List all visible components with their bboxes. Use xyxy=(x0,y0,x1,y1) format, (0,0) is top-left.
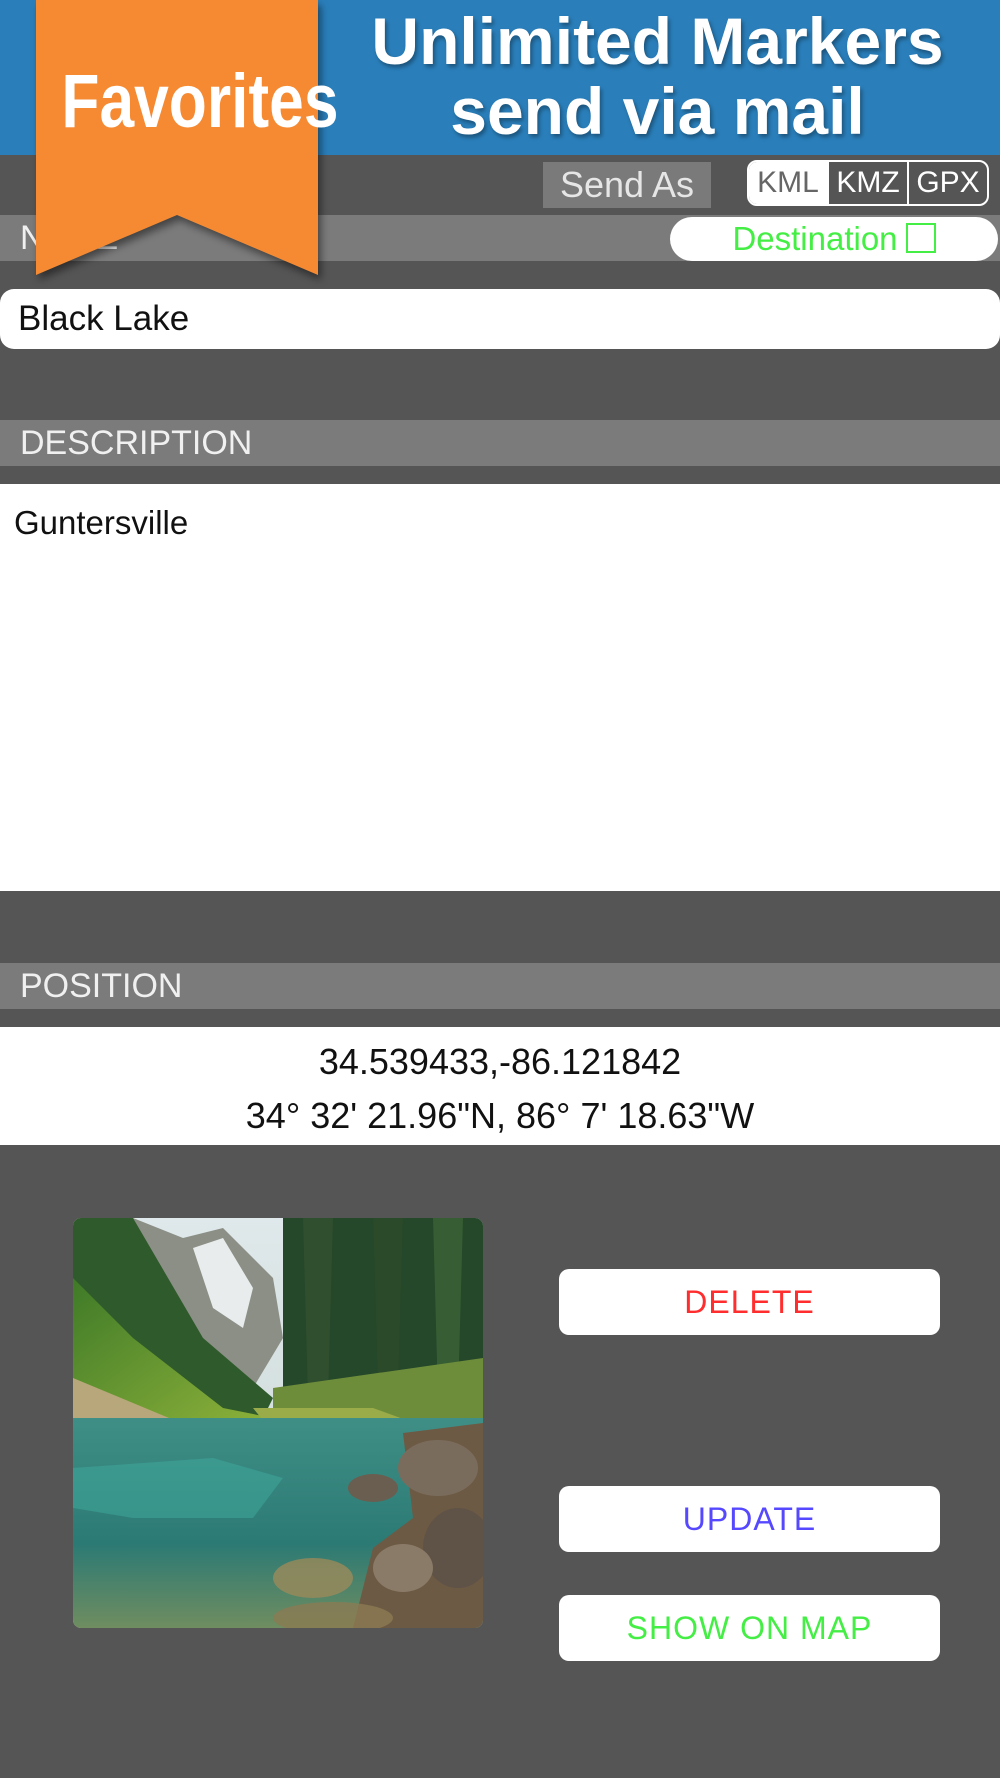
export-format-selector[interactable]: KML KMZ GPX xyxy=(747,160,989,206)
promo-title-line1: Unlimited Markers xyxy=(371,4,944,78)
destination-checkbox[interactable] xyxy=(905,223,936,254)
destination-toggle[interactable]: Destination xyxy=(670,217,998,261)
promo-title: Unlimited Markers send via mail xyxy=(330,0,985,155)
favorites-ribbon-label: Favorites xyxy=(61,59,339,144)
description-section-header: DESCRIPTION xyxy=(0,420,1000,466)
destination-label: Destination xyxy=(732,220,898,257)
name-field[interactable]: Black Lake xyxy=(0,289,1000,349)
position-section-header: POSITION xyxy=(0,963,1000,1009)
promo-title-line2: send via mail xyxy=(450,74,865,148)
position-decimal: 34.539433,-86.121842 xyxy=(318,1041,682,1082)
description-field[interactable]: Guntersville xyxy=(0,484,1000,891)
position-box: 34.539433,-86.121842 34° 32' 21.96"N, 86… xyxy=(0,1027,1000,1145)
format-kmz-option[interactable]: KMZ xyxy=(827,162,907,204)
update-button[interactable]: UPDATE xyxy=(559,1486,940,1552)
position-dms: 34° 32' 21.96"N, 86° 7' 18.63"W xyxy=(245,1095,755,1136)
format-kml-option[interactable]: KML xyxy=(749,162,827,204)
lake-photo[interactable] xyxy=(73,1218,483,1628)
send-as-label: Send As xyxy=(543,162,711,208)
delete-button[interactable]: DELETE xyxy=(559,1269,940,1335)
format-gpx-option[interactable]: GPX xyxy=(907,162,987,204)
show-on-map-button[interactable]: SHOW ON MAP xyxy=(559,1595,940,1661)
